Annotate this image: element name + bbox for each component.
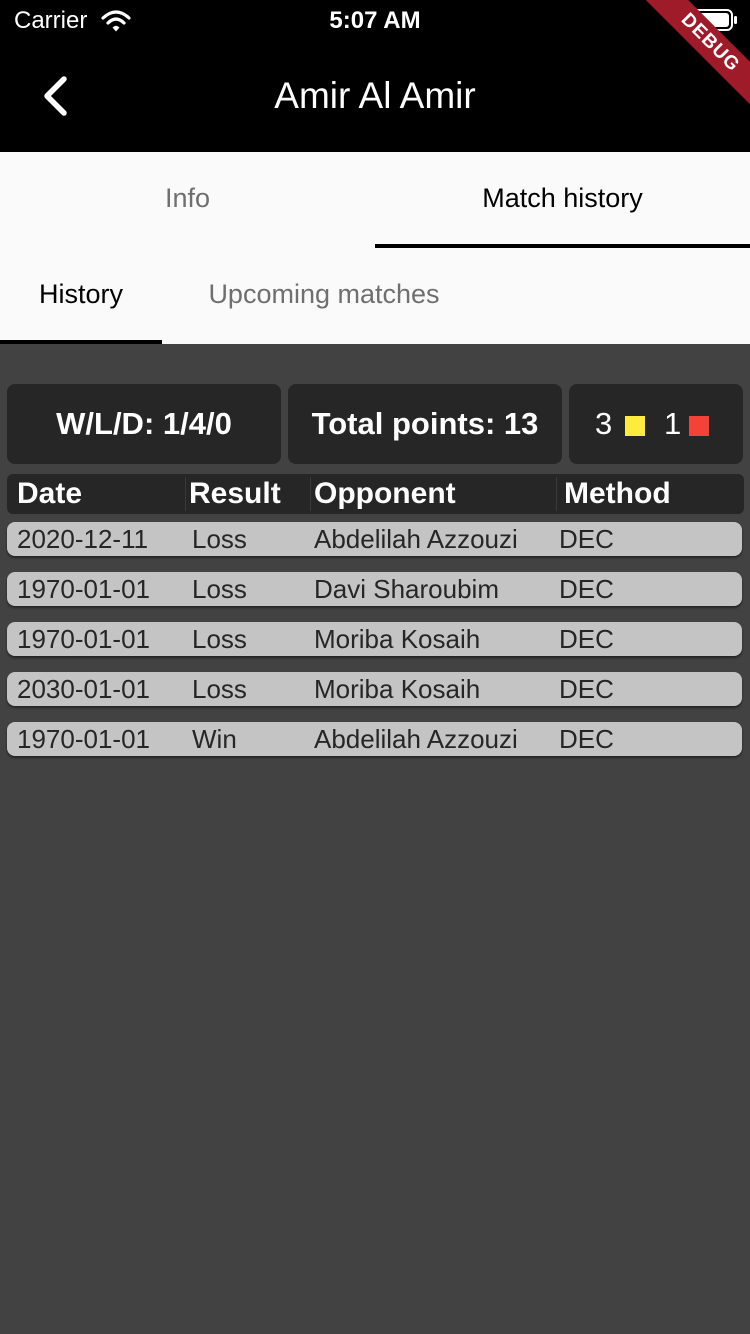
column-header-method: Method	[564, 477, 671, 510]
cell-date: 2020-12-11	[17, 524, 149, 554]
tab-label: Info	[164, 183, 211, 213]
total-points-card: Total points: 13	[288, 384, 562, 464]
cell-opponent: Davi Sharoubim	[314, 574, 499, 604]
table-row[interactable]: 2020-12-11 Loss Abdelilah Azzouzi DEC	[7, 522, 742, 556]
cell-method: DEC	[559, 624, 614, 654]
tab-label: Upcoming matches	[208, 279, 440, 309]
table-row[interactable]: 1970-01-01 Loss Moriba Kosaih DEC	[7, 622, 742, 656]
wld-value: W/L/D: 1/4/0	[56, 406, 232, 441]
status-time: 5:07 AM	[329, 7, 421, 34]
column-header-result: Result	[189, 477, 281, 510]
cell-result: Loss	[192, 674, 247, 704]
main-tab-bar: Info Match history	[0, 152, 750, 248]
total-points-value: Total points: 13	[311, 406, 539, 441]
app-bar: Carrier 5:07 AM Amir Al Amir DEBUG	[0, 0, 750, 152]
column-divider	[556, 477, 557, 511]
cell-result: Loss	[192, 574, 247, 604]
table-row[interactable]: 2030-01-01 Loss Moriba Kosaih DEC	[7, 672, 742, 706]
column-header-opponent: Opponent	[314, 477, 456, 510]
cell-opponent: Moriba Kosaih	[314, 624, 481, 654]
cell-method: DEC	[559, 674, 614, 704]
cell-method: DEC	[559, 524, 614, 554]
cards-stat-card: 3 1	[569, 384, 743, 464]
table-row[interactable]: 1970-01-01 Win Abdelilah Azzouzi DEC	[7, 722, 742, 756]
cell-opponent: Moriba Kosaih	[314, 674, 481, 704]
cell-date: 2030-01-01	[17, 674, 150, 704]
page-title: Amir Al Amir	[274, 75, 476, 116]
red-card-icon	[689, 416, 709, 436]
column-divider	[185, 477, 186, 511]
tab-upcoming-matches[interactable]: Upcoming matches	[162, 248, 486, 344]
cell-date: 1970-01-01	[17, 724, 150, 754]
column-header-date: Date	[17, 477, 83, 510]
cell-date: 1970-01-01	[17, 574, 150, 604]
cell-result: Loss	[192, 524, 247, 554]
cell-result: Win	[192, 724, 237, 754]
tab-history[interactable]: History	[0, 248, 162, 344]
tab-label: History	[38, 279, 123, 309]
red-card-count: 1	[664, 406, 682, 441]
tab-match-history[interactable]: Match history	[375, 152, 750, 248]
tab-indicator	[0, 340, 162, 344]
cell-opponent: Abdelilah Azzouzi	[314, 724, 518, 754]
cell-date: 1970-01-01	[17, 624, 150, 654]
cell-opponent: Abdelilah Azzouzi	[314, 524, 518, 554]
table-header: Date Result Opponent Method	[7, 474, 744, 514]
yellow-card-count: 3	[595, 406, 613, 441]
cell-method: DEC	[559, 724, 614, 754]
tab-label: Match history	[482, 183, 643, 213]
cell-method: DEC	[559, 574, 614, 604]
cell-result: Loss	[192, 624, 247, 654]
wld-stat-card: W/L/D: 1/4/0	[7, 384, 281, 464]
table-row[interactable]: 1970-01-01 Loss Davi Sharoubim DEC	[7, 572, 742, 606]
yellow-card-icon	[625, 416, 645, 436]
column-divider	[310, 477, 311, 511]
sub-tab-bar: History Upcoming matches	[0, 248, 750, 344]
tab-info[interactable]: Info	[0, 152, 375, 248]
